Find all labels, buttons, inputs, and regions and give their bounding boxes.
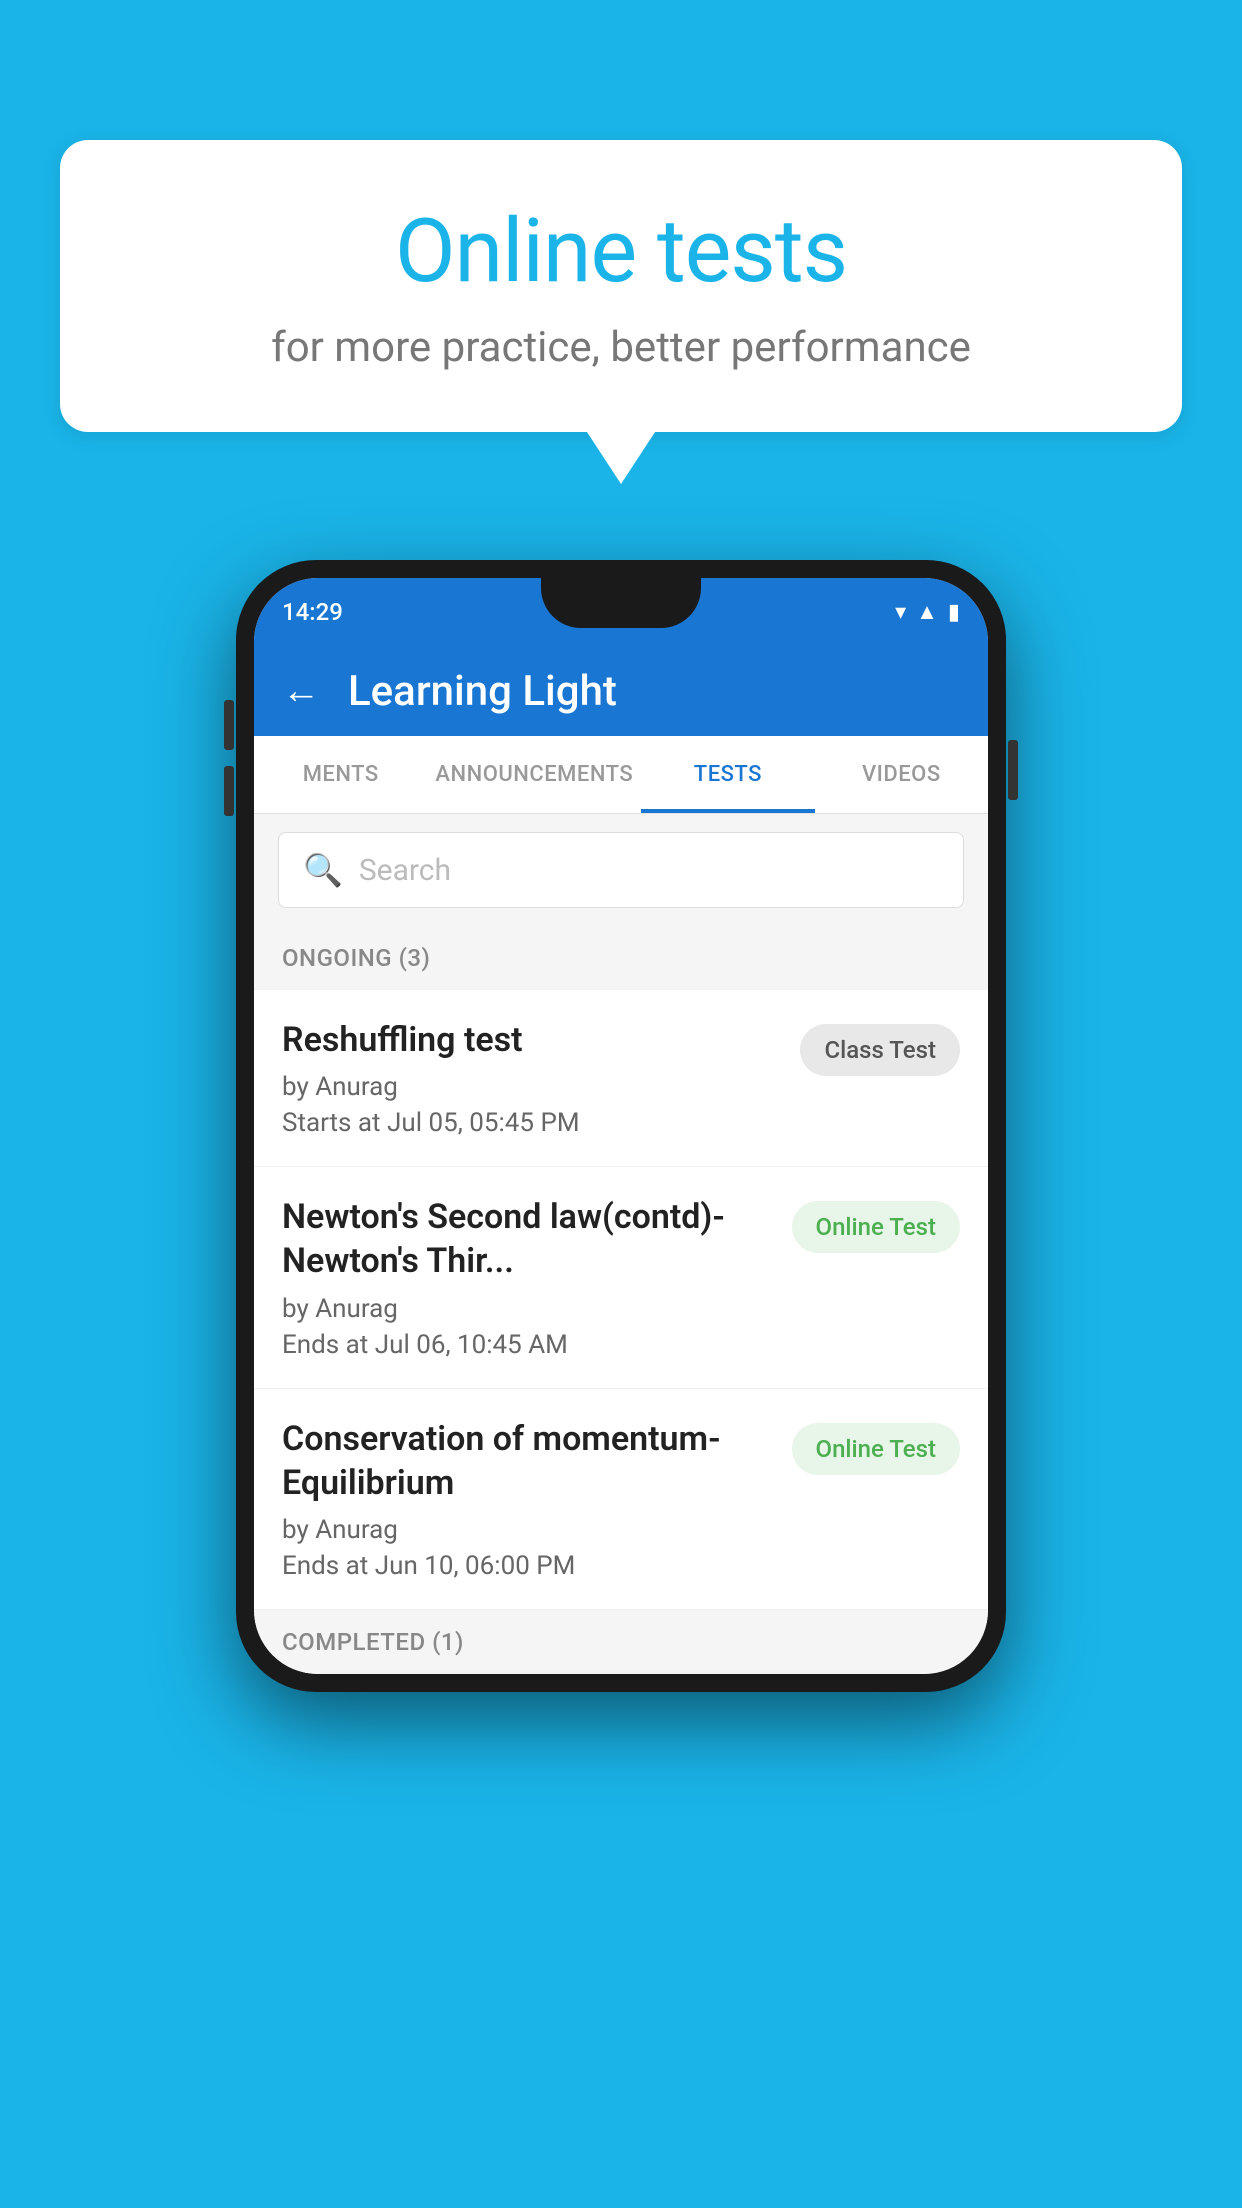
search-icon: 🔍 [303,851,343,889]
tabs-bar: MENTS ANNOUNCEMENTS TESTS VIDEOS [254,736,988,814]
volume-down-button[interactable] [224,766,234,816]
test-badge-3: Online Test [792,1423,960,1475]
phone-screen: 14:29 ▾ ▲ ▮ ← Learning Light MENTS ANNOU… [254,578,988,1674]
test-content-3: Conservation of momentum-Equilibrium by … [282,1417,792,1581]
tab-announcements[interactable]: ANNOUNCEMENTS [427,736,641,813]
wifi-icon: ▾ [895,600,906,625]
search-bar-container: 🔍 Search [254,814,988,926]
speech-bubble: Online tests for more practice, better p… [60,140,1182,432]
test-time-1: Starts at Jul 05, 05:45 PM [282,1108,780,1138]
test-item-2[interactable]: Newton's Second law(contd)-Newton's Thir… [254,1167,988,1388]
app-title: Learning Light [348,667,617,716]
test-item-1[interactable]: Reshuffling test by Anurag Starts at Jul… [254,990,988,1167]
test-name-3: Conservation of momentum-Equilibrium [282,1417,772,1505]
phone-outer: 14:29 ▾ ▲ ▮ ← Learning Light MENTS ANNOU… [236,560,1006,1692]
phone-notch [541,578,701,628]
speech-bubble-container: Online tests for more practice, better p… [60,140,1182,432]
status-icons: ▾ ▲ ▮ [895,599,960,625]
test-author-3: by Anurag [282,1515,772,1545]
test-time-3: Ends at Jun 10, 06:00 PM [282,1551,772,1581]
volume-up-button[interactable] [224,700,234,750]
tab-ments[interactable]: MENTS [254,736,427,813]
test-name-1: Reshuffling test [282,1018,780,1062]
back-button[interactable]: ← [282,669,320,713]
phone-mockup: 14:29 ▾ ▲ ▮ ← Learning Light MENTS ANNOU… [236,560,1006,1692]
status-time: 14:29 [282,598,343,626]
test-list: Reshuffling test by Anurag Starts at Jul… [254,990,988,1610]
status-bar: 14:29 ▾ ▲ ▮ [254,578,988,646]
test-author-1: by Anurag [282,1072,780,1102]
test-author-2: by Anurag [282,1294,772,1324]
test-badge-2: Online Test [792,1201,960,1253]
test-time-2: Ends at Jul 06, 10:45 AM [282,1330,772,1360]
search-input[interactable]: Search [359,853,451,888]
signal-icon: ▲ [916,599,938,625]
test-content-2: Newton's Second law(contd)-Newton's Thir… [282,1195,792,1359]
tab-videos[interactable]: VIDEOS [815,736,988,813]
power-button-area [1008,740,1018,820]
tab-tests[interactable]: TESTS [641,736,814,813]
section-ongoing-header: ONGOING (3) [254,926,988,990]
volume-buttons [224,700,234,832]
power-button[interactable] [1008,740,1018,800]
app-header: ← Learning Light [254,646,988,736]
bubble-subtitle: for more practice, better performance [140,323,1102,372]
test-content-1: Reshuffling test by Anurag Starts at Jul… [282,1018,800,1138]
section-completed-header: COMPLETED (1) [254,1610,988,1674]
test-badge-1: Class Test [800,1024,960,1076]
test-name-2: Newton's Second law(contd)-Newton's Thir… [282,1195,772,1283]
bubble-title: Online tests [140,200,1102,303]
battery-icon: ▮ [948,600,960,625]
test-item-3[interactable]: Conservation of momentum-Equilibrium by … [254,1389,988,1610]
search-bar[interactable]: 🔍 Search [278,832,964,908]
